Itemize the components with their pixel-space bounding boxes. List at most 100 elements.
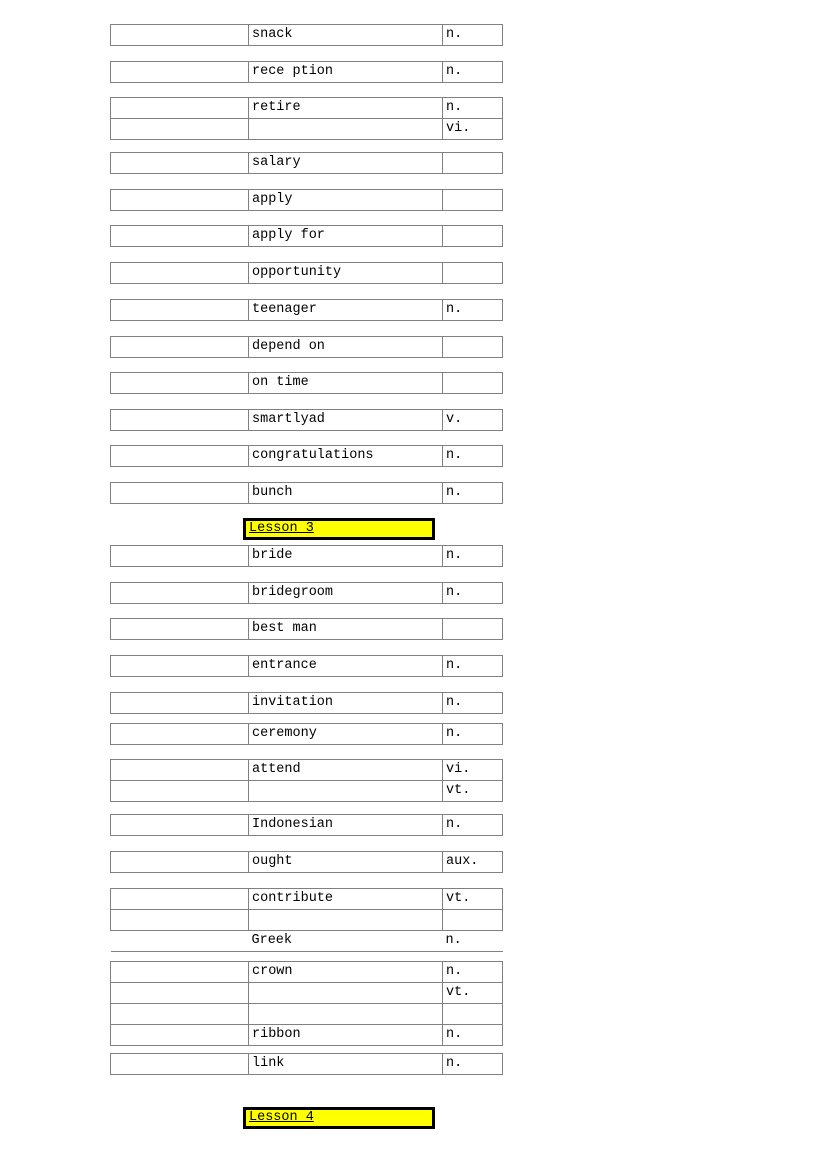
word-cell-english: salary — [248, 152, 443, 174]
table-row: snack n. — [110, 24, 503, 46]
word-cell-part-of-speech: n. — [442, 582, 503, 604]
word-cell-part-of-speech: n. — [442, 930, 503, 952]
table-row — [110, 909, 503, 931]
word-cell-english: ribbon — [248, 1024, 443, 1046]
word-cell-chinese — [110, 262, 249, 284]
table-row: link n. — [110, 1053, 503, 1075]
table-row: retire n. — [110, 97, 503, 119]
word-cell-chinese — [110, 299, 249, 321]
vocab-block-ought: ought aux. — [110, 851, 503, 873]
vocab-block-contribute: contribute vt. Greek n. — [110, 888, 503, 952]
word-cell-part-of-speech — [442, 618, 503, 640]
table-row: Indonesian n. — [110, 814, 503, 836]
table-row: rece ption n. — [110, 61, 503, 83]
word-cell-chinese — [110, 961, 249, 983]
lesson-marker-label: Lesson 4 — [249, 1110, 314, 1125]
table-row: ribbon n. — [110, 1024, 503, 1046]
word-cell-part-of-speech: n. — [442, 482, 503, 504]
vocab-block-bridegroom: bridegroom n. — [110, 582, 503, 604]
word-cell-english: attend — [248, 759, 443, 781]
table-row: ought aux. — [110, 851, 503, 873]
lesson-marker-lesson-4: Lesson 4 — [243, 1107, 435, 1129]
word-cell-english: apply — [248, 189, 443, 211]
word-cell-english: invitation — [248, 692, 443, 714]
word-cell-english: rece ption — [248, 61, 443, 83]
word-cell-part-of-speech: n. — [442, 24, 503, 46]
table-row: depend on — [110, 336, 503, 358]
word-cell-chinese — [110, 582, 249, 604]
word-cell-english — [248, 982, 443, 1004]
word-cell-english: Greek — [248, 930, 443, 952]
table-row: opportunity — [110, 262, 503, 284]
vocab-block-ceremony: ceremony n. — [110, 723, 503, 745]
vocab-block-bride: bride n. — [110, 545, 503, 567]
vocab-block-depend-on: depend on — [110, 336, 503, 358]
word-cell-part-of-speech — [442, 336, 503, 358]
word-cell-part-of-speech: aux. — [442, 851, 503, 873]
word-cell-english: bunch — [248, 482, 443, 504]
word-cell-chinese — [110, 336, 249, 358]
word-cell-chinese — [110, 888, 249, 910]
word-cell-english: snack — [248, 24, 443, 46]
word-cell-part-of-speech: vt. — [442, 780, 503, 802]
word-cell-part-of-speech: n. — [442, 299, 503, 321]
word-cell-chinese — [110, 655, 249, 677]
word-cell-english: depend on — [248, 336, 443, 358]
vocab-block-invitation: invitation n. — [110, 692, 503, 714]
vocab-block-smartlyad: smartlyad v. — [110, 409, 503, 431]
word-cell-chinese — [110, 409, 249, 431]
vocab-block-attend: attend vi. vt. — [110, 759, 503, 802]
table-row: vt. — [110, 982, 503, 1004]
word-cell-chinese — [110, 759, 249, 781]
table-row: contribute vt. — [110, 888, 503, 910]
word-cell-chinese — [110, 61, 249, 83]
word-cell-part-of-speech — [442, 225, 503, 247]
word-cell-chinese — [110, 372, 249, 394]
word-cell-english: retire — [248, 97, 443, 119]
word-cell-english: Indonesian — [248, 814, 443, 836]
word-cell-english: opportunity — [248, 262, 443, 284]
word-cell-chinese — [110, 930, 249, 952]
word-cell-english: on time — [248, 372, 443, 394]
word-cell-part-of-speech: vi. — [442, 759, 503, 781]
vocab-block-snack: snack n. — [110, 24, 503, 46]
word-cell-part-of-speech: n. — [442, 97, 503, 119]
word-cell-part-of-speech — [442, 909, 503, 931]
word-cell-chinese — [110, 618, 249, 640]
word-cell-part-of-speech: vt. — [442, 982, 503, 1004]
word-cell-chinese — [110, 24, 249, 46]
word-cell-chinese — [110, 152, 249, 174]
word-cell-part-of-speech: n. — [442, 723, 503, 745]
word-cell-english: entrance — [248, 655, 443, 677]
word-cell-chinese — [110, 545, 249, 567]
word-cell-part-of-speech — [442, 189, 503, 211]
table-row: best man — [110, 618, 503, 640]
word-cell-part-of-speech: n. — [442, 61, 503, 83]
vocab-block-bunch: bunch n. — [110, 482, 503, 504]
word-cell-part-of-speech — [442, 262, 503, 284]
lesson-marker-label: Lesson 3 — [249, 521, 314, 536]
word-cell-english: crown — [248, 961, 443, 983]
table-row: on time — [110, 372, 503, 394]
table-row: apply — [110, 189, 503, 211]
word-cell-part-of-speech: vi. — [442, 118, 503, 140]
word-cell-part-of-speech: n. — [442, 445, 503, 467]
table-row: congratulations n. — [110, 445, 503, 467]
vocab-block-retire: retire n. vi. — [110, 97, 503, 140]
word-cell-chinese — [110, 445, 249, 467]
vocab-block-teenager: teenager n. — [110, 299, 503, 321]
word-cell-part-of-speech: n. — [442, 692, 503, 714]
table-row: smartlyad v. — [110, 409, 503, 431]
word-cell-english: teenager — [248, 299, 443, 321]
table-row: bride n. — [110, 545, 503, 567]
word-cell-part-of-speech: n. — [442, 814, 503, 836]
word-cell-chinese — [110, 225, 249, 247]
table-row: teenager n. — [110, 299, 503, 321]
word-cell-chinese — [110, 780, 249, 802]
word-cell-part-of-speech: vt. — [442, 888, 503, 910]
word-cell-chinese — [110, 982, 249, 1004]
table-row — [110, 1003, 503, 1025]
word-cell-english — [248, 909, 443, 931]
word-cell-chinese — [110, 189, 249, 211]
vocab-block-apply-for: apply for — [110, 225, 503, 247]
